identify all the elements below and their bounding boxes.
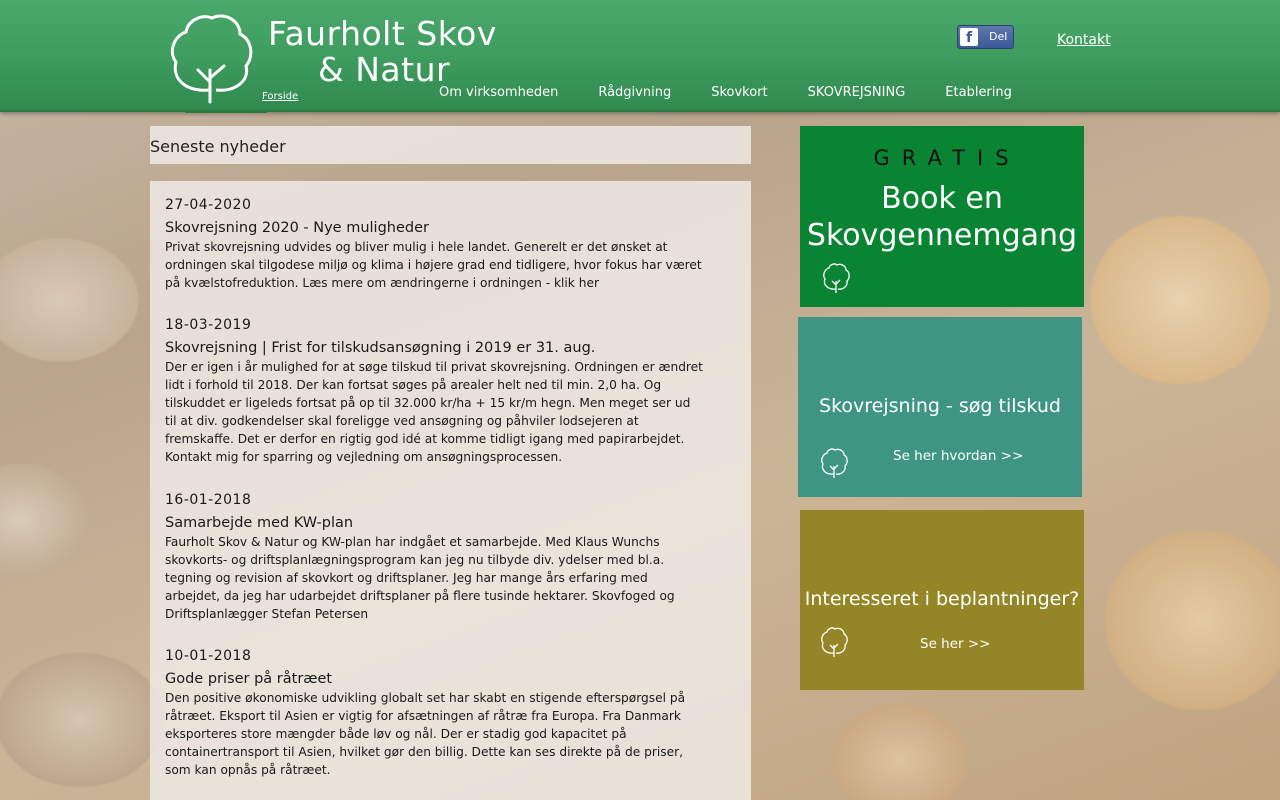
news-item: 27-04-2020 Skovrejsning 2020 - Nye mulig…	[165, 197, 705, 292]
news-body: Den positive økonomiske udvikling global…	[165, 691, 686, 777]
nav-item-etablering[interactable]: Etablering	[925, 84, 1032, 102]
beplantninger-box[interactable]: Interesseret i beplantninger? Se her >>	[800, 510, 1084, 690]
beplantninger-link[interactable]: Se her >>	[920, 636, 991, 652]
breadcrumb-forside[interactable]: Forside	[262, 91, 298, 102]
news-body: Der er igen i år mulighed for at søge ti…	[165, 360, 703, 464]
news-item: 10-01-2018 Gode priser på råtræet Den po…	[165, 648, 705, 779]
tree-icon	[821, 448, 848, 478]
news-headline: Samarbejde med KW-plan	[165, 515, 354, 531]
contact-link[interactable]: Kontakt	[1057, 32, 1111, 48]
news-date: 27-04-2020	[165, 197, 252, 213]
news-body: Faurholt Skov & Natur og KW-plan har ind…	[165, 535, 675, 621]
news-date: 18-03-2019	[165, 317, 252, 333]
news-panel: 27-04-2020 Skovrejsning 2020 - Nye mulig…	[150, 181, 751, 800]
facebook-share-button[interactable]: f Del	[957, 25, 1014, 49]
logo-text[interactable]: Faurholt Skov & Natur	[268, 16, 497, 88]
news-headline: Skovrejsning 2020 - Nye muligheder	[165, 220, 429, 236]
skovrejsning-link[interactable]: Se her hvordan >>	[893, 448, 1023, 464]
news-item: 16-01-2018 Samarbejde med KW-plan Faurho…	[165, 492, 705, 623]
tree-icon	[823, 263, 850, 293]
news-body: Privat skovrejsning udvides og bliver mu…	[165, 240, 702, 290]
logo-line1: Faurholt Skov	[268, 14, 497, 53]
facebook-share-label: Del	[989, 30, 1008, 43]
news-date: 10-01-2018	[165, 648, 252, 664]
skovrejsning-title: Skovrejsning - søg tilskud	[819, 395, 1061, 417]
news-headline: Gode priser på råtræet	[165, 671, 333, 687]
breadcrumb-underline	[185, 110, 267, 113]
book-title: Book en Skovgennemgang	[800, 180, 1084, 254]
main-nav: Om virksomheden Rådgivning Skovkort SKOV…	[419, 84, 1032, 102]
nav-item-raadgivning[interactable]: Rådgivning	[578, 84, 691, 102]
nav-item-skovrejsning[interactable]: SKOVREJSNING	[788, 84, 926, 102]
news-title-bar: Seneste nyheder	[150, 126, 751, 164]
news-headline: Skovrejsning | Frist for tilskudsansøgni…	[165, 340, 596, 356]
nav-item-skovkort[interactable]: Skovkort	[691, 84, 787, 102]
logo-line2: & Natur	[318, 50, 451, 89]
news-date: 16-01-2018	[165, 492, 252, 508]
facebook-icon: f	[960, 28, 978, 46]
site-header: Faurholt Skov & Natur Forside f Del Kont…	[0, 0, 1280, 113]
book-title-line1: Book en	[881, 181, 1003, 216]
skovrejsning-tilskud-box[interactable]: Skovrejsning - søg tilskud Se her hvorda…	[798, 317, 1082, 497]
book-skovgennemgang-box[interactable]: GRATIS Book en Skovgennemgang	[800, 126, 1084, 307]
logo-tree-icon[interactable]	[170, 12, 254, 106]
gratis-tag: GRATIS	[873, 146, 1021, 170]
book-title-line2: Skovgennemgang	[806, 218, 1078, 253]
tree-icon	[821, 627, 848, 657]
news-section-title: Seneste nyheder	[150, 137, 286, 156]
beplantninger-title: Interesseret i beplantninger?	[804, 588, 1080, 610]
news-item: 18-03-2019 Skovrejsning | Frist for tils…	[165, 317, 705, 466]
nav-item-om-virksomheden[interactable]: Om virksomheden	[419, 84, 578, 102]
